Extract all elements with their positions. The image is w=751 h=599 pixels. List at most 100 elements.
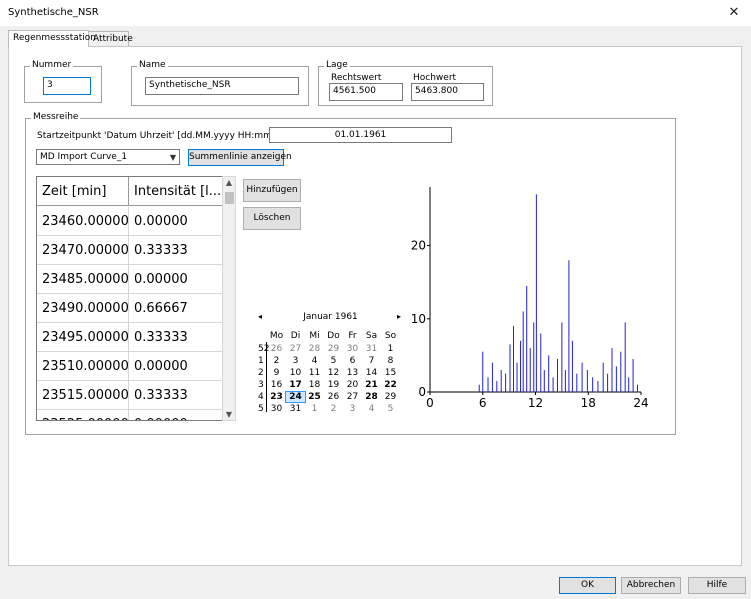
cell-intensitaet[interactable]: 0.00000: [129, 410, 222, 420]
calendar-day[interactable]: 10: [286, 368, 305, 378]
table-row[interactable]: 23485.00000 0.00000: [37, 265, 222, 294]
calendar-day[interactable]: 27: [286, 344, 305, 354]
scrollbar-thumb[interactable]: [225, 192, 234, 204]
x-tick-label: 0: [426, 396, 434, 410]
add-button[interactable]: Hinzufügen: [243, 179, 301, 202]
calendar-day[interactable]: 24: [285, 391, 306, 403]
calendar-day[interactable]: 29: [324, 344, 343, 354]
calendar-day[interactable]: 28: [305, 344, 324, 354]
table-row[interactable]: 23470.00000 0.33333: [37, 236, 222, 265]
cell-intensitaet[interactable]: 0.00000: [129, 265, 222, 294]
calendar-day[interactable]: 18: [305, 380, 324, 390]
calendar-day[interactable]: 29: [381, 392, 400, 402]
table-row[interactable]: 23515.00000 0.33333: [37, 381, 222, 410]
cell-zeit[interactable]: 23510.00000: [37, 352, 129, 381]
calendar-weekday: Mo: [269, 331, 284, 341]
calendar-day[interactable]: 30: [267, 404, 286, 414]
calendar-weekday: Di: [290, 331, 301, 341]
cell-intensitaet[interactable]: 0.00000: [129, 352, 222, 381]
rechtswert-input[interactable]: 4561.500: [329, 83, 403, 101]
cell-zeit[interactable]: 23490.00000: [37, 294, 129, 323]
calendar-month-label[interactable]: Januar 1961: [258, 312, 403, 322]
calendar-day[interactable]: 20: [343, 380, 362, 390]
startzeit-input[interactable]: 01.01.1961: [269, 127, 452, 143]
curve-select[interactable]: MD Import Curve_1 ▼: [36, 149, 180, 165]
nummer-input[interactable]: 3: [43, 77, 91, 95]
calendar-week-number: 5: [258, 404, 264, 414]
calendar-day[interactable]: 26: [267, 344, 286, 354]
column-header-intensitaet[interactable]: Intensität [l...: [129, 177, 222, 206]
calendar-week-number: 1: [258, 356, 264, 366]
calendar-day[interactable]: 26: [324, 392, 343, 402]
close-icon[interactable]: ✕: [722, 3, 746, 23]
calendar-next-icon[interactable]: ▸: [397, 312, 401, 321]
calendar-day[interactable]: 8: [381, 356, 400, 366]
calendar-day[interactable]: 30: [343, 344, 362, 354]
chevron-down-icon[interactable]: ▼: [223, 410, 235, 419]
help-button[interactable]: Hilfe: [688, 577, 746, 594]
summenlinie-button[interactable]: Summenlinie anzeigen: [188, 149, 292, 166]
tab-regenmessstation[interactable]: Regenmessstation: [8, 30, 96, 47]
calendar-day[interactable]: 15: [381, 368, 400, 378]
cell-intensitaet[interactable]: 0.33333: [129, 236, 222, 265]
calendar-day[interactable]: 2: [267, 356, 286, 366]
calendar-weekday: Do: [327, 331, 340, 341]
column-header-zeit[interactable]: Zeit [min]: [37, 177, 129, 206]
calendar-day[interactable]: 12: [324, 368, 343, 378]
cell-intensitaet[interactable]: 0.33333: [129, 323, 222, 352]
table-row[interactable]: 23525.000000.00000: [37, 410, 222, 420]
calendar-day[interactable]: 23: [267, 392, 286, 402]
calendar-day[interactable]: 22: [381, 380, 400, 390]
cell-zeit[interactable]: 23525.00000: [37, 410, 129, 420]
table-row[interactable]: 23460.00000 0.00000: [37, 207, 222, 236]
table-row[interactable]: 23495.00000 0.33333: [37, 323, 222, 352]
delete-button[interactable]: Löschen: [243, 207, 301, 230]
calendar-day[interactable]: 1: [305, 404, 324, 414]
calendar-day[interactable]: 16: [267, 380, 286, 390]
calendar-day[interactable]: 5: [324, 356, 343, 366]
calendar-day[interactable]: 31: [362, 344, 381, 354]
table-row[interactable]: 23510.00000 0.00000: [37, 352, 222, 381]
cell-zeit[interactable]: 23515.00000: [37, 381, 129, 410]
calendar-day[interactable]: 4: [305, 356, 324, 366]
calendar-day[interactable]: 5: [381, 404, 400, 414]
cell-zeit[interactable]: 23460.00000: [37, 207, 129, 236]
calendar-day[interactable]: 28: [362, 392, 381, 402]
calendar-day[interactable]: 3: [343, 404, 362, 414]
calendar-day[interactable]: 31: [286, 404, 305, 414]
hochwert-input[interactable]: 5463.800: [411, 83, 484, 101]
cell-intensitaet[interactable]: 0.33333: [129, 381, 222, 410]
y-tick-label: 0: [418, 385, 426, 399]
calendar-day[interactable]: 7: [362, 356, 381, 366]
table-row[interactable]: 23490.00000 0.66667: [37, 294, 222, 323]
title-bar: [0, 0, 751, 26]
calendar[interactable]: ◂ Januar 1961 ▸ Mo Di Mi Do Fr Sa So 52 26 27 28 29…: [258, 306, 403, 416]
calendar-day[interactable]: 11: [305, 368, 324, 378]
calendar-day[interactable]: 27: [343, 392, 362, 402]
cell-zeit[interactable]: 23485.00000: [37, 265, 129, 294]
calendar-day[interactable]: 17: [286, 380, 305, 390]
chevron-down-icon: ▼: [169, 153, 176, 162]
cell-intensitaet[interactable]: 0.00000: [129, 207, 222, 236]
cell-zeit[interactable]: 23495.00000: [37, 323, 129, 352]
calendar-day[interactable]: 14: [362, 368, 381, 378]
calendar-day[interactable]: 1: [381, 344, 400, 354]
data-grid[interactable]: Zeit [min] Intensität [l... 23460.00000 0…: [36, 176, 223, 421]
cancel-button[interactable]: Abbrechen: [621, 577, 681, 594]
chevron-up-icon[interactable]: ▲: [223, 178, 235, 187]
calendar-day[interactable]: 19: [324, 380, 343, 390]
calendar-day[interactable]: 13: [343, 368, 362, 378]
grid-scrollbar[interactable]: ▲ ▼: [222, 176, 236, 421]
name-input[interactable]: Synthetische_NSR: [145, 77, 299, 95]
calendar-day[interactable]: 9: [267, 368, 286, 378]
calendar-day[interactable]: 4: [362, 404, 381, 414]
calendar-day[interactable]: 3: [286, 356, 305, 366]
calendar-day[interactable]: 25: [305, 392, 324, 402]
calendar-day[interactable]: 2: [324, 404, 343, 414]
cell-zeit[interactable]: 23470.00000: [37, 236, 129, 265]
calendar-day[interactable]: 6: [343, 356, 362, 366]
cell-intensitaet[interactable]: 0.66667: [129, 294, 222, 323]
calendar-day[interactable]: 21: [362, 380, 381, 390]
ok-button[interactable]: OK: [559, 577, 616, 594]
lage-legend: Lage: [324, 60, 350, 70]
